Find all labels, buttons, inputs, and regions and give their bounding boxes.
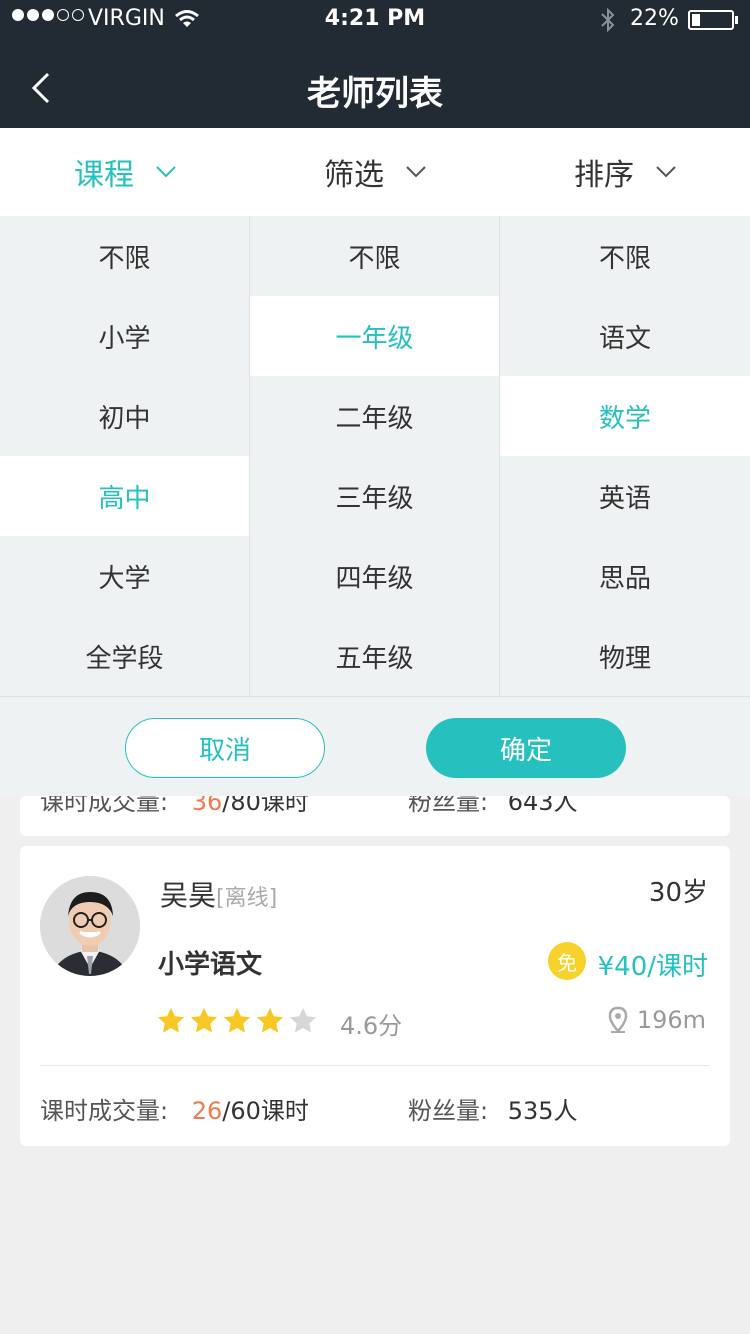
navigation-bar: VIRGIN 4:21 PM 22% 老师列表 xyxy=(0,0,750,128)
fans-value: 535人 xyxy=(507,1097,578,1125)
sold-done: 26 xyxy=(191,1097,223,1125)
tab-filter[interactable]: 筛选 xyxy=(250,128,500,216)
filter-actions: 取消 确定 xyxy=(0,696,750,796)
option-item[interactable]: 小学 xyxy=(0,296,249,376)
bluetooth-icon xyxy=(601,7,615,33)
subject-column: 不限 语文 数学 英语 思品 物理 xyxy=(500,216,750,696)
fans-count: 粉丝量: 643人 xyxy=(408,796,578,817)
tab-sort[interactable]: 排序 xyxy=(500,128,750,216)
chevron-down-icon xyxy=(156,166,176,178)
teacher-age: 30岁 xyxy=(648,878,708,908)
fans-label: 粉丝量: xyxy=(408,796,489,816)
chevron-down-icon xyxy=(406,166,426,178)
online-status: [离线] xyxy=(216,886,278,911)
option-item[interactable]: 全学段 xyxy=(0,616,249,696)
cancel-button[interactable]: 取消 xyxy=(125,718,325,778)
location-pin-icon xyxy=(608,1006,628,1033)
option-item[interactable]: 英语 xyxy=(500,456,750,536)
price: ¥40/课时 xyxy=(597,952,708,982)
confirm-button[interactable]: 确定 xyxy=(426,718,626,778)
grade-column: 不限 一年级 二年级 三年级 四年级 五年级 xyxy=(250,216,500,696)
sold-label: 课时成交量: xyxy=(40,796,169,816)
option-item[interactable]: 三年级 xyxy=(250,456,499,536)
fans-value: 643人 xyxy=(507,796,578,816)
school-level-column: 不限 小学 初中 高中 大学 全学段 xyxy=(0,216,250,696)
page-title: 老师列表 xyxy=(307,74,443,114)
course-name: 小学语文 xyxy=(158,950,263,980)
battery-icon xyxy=(688,10,734,30)
avatar xyxy=(40,876,140,976)
option-item[interactable]: 一年级 xyxy=(250,296,499,376)
fans-count: 粉丝量: 535人 xyxy=(408,1091,578,1126)
fans-label: 粉丝量: xyxy=(408,1097,489,1125)
sold-total: /80课时 xyxy=(222,796,309,816)
rating-score: 4.6分 xyxy=(340,1012,403,1040)
free-badge: 免 xyxy=(548,942,586,980)
battery-percent: 22% xyxy=(630,6,679,31)
tab-label: 课程 xyxy=(74,158,134,193)
option-item[interactable]: 不限 xyxy=(500,216,750,296)
option-item[interactable]: 物理 xyxy=(500,616,750,696)
tab-label: 筛选 xyxy=(324,158,384,193)
option-item[interactable]: 五年级 xyxy=(250,616,499,696)
option-item[interactable]: 思品 xyxy=(500,536,750,616)
option-item[interactable]: 数学 xyxy=(500,376,750,456)
divider xyxy=(40,1065,710,1066)
star-icon xyxy=(157,1007,185,1033)
chevron-down-icon xyxy=(656,166,676,178)
option-item[interactable]: 语文 xyxy=(500,296,750,376)
teacher-card[interactable]: 吴昊[离线] 30岁 小学语文 免 ¥40/课时 4.6分 196m 课时成交量… xyxy=(20,846,730,1146)
option-item[interactable]: 大学 xyxy=(0,536,249,616)
option-item[interactable]: 初中 xyxy=(0,376,249,456)
star-icon xyxy=(223,1007,251,1033)
tab-label: 排序 xyxy=(574,158,634,193)
star-icon xyxy=(190,1007,218,1033)
tab-course[interactable]: 课程 xyxy=(0,128,250,216)
distance: 196m xyxy=(607,1006,706,1034)
option-item[interactable]: 不限 xyxy=(0,216,249,296)
teacher-card[interactable]: 课时成交量: 36/80课时 粉丝量: 643人 xyxy=(20,796,730,836)
sold-done: 36 xyxy=(191,796,223,816)
option-item[interactable]: 不限 xyxy=(250,216,499,296)
option-item[interactable]: 高中 xyxy=(0,456,249,536)
teacher-name: 吴昊 xyxy=(160,879,217,912)
teacher-name-line: 吴昊[离线] xyxy=(160,874,277,914)
star-icon xyxy=(256,1007,284,1033)
option-item[interactable]: 四年级 xyxy=(250,536,499,616)
sold-hours: 课时成交量: 26/60课时 xyxy=(40,1091,309,1126)
distance-value: 196m xyxy=(636,1006,706,1034)
filter-tabs: 课程 筛选 排序 xyxy=(0,128,750,216)
star-icon xyxy=(289,1007,317,1033)
filter-panel: 不限 小学 初中 高中 大学 全学段 不限 一年级 二年级 三年级 四年级 五年… xyxy=(0,216,750,696)
star-rating xyxy=(156,1006,318,1036)
status-bar: VIRGIN 4:21 PM 22% xyxy=(0,0,750,40)
option-item[interactable]: 二年级 xyxy=(250,376,499,456)
sold-total: /60课时 xyxy=(222,1097,309,1125)
sold-hours: 课时成交量: 36/80课时 xyxy=(40,796,309,817)
sold-label: 课时成交量: xyxy=(40,1097,169,1125)
